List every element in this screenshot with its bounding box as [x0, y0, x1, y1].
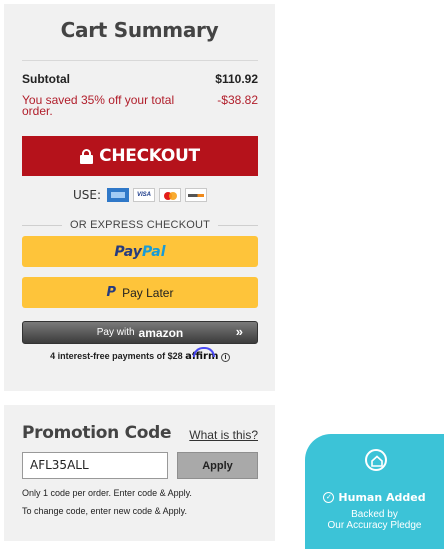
amazon-pay-button[interactable]: Pay with amazon » [22, 321, 258, 344]
lock-icon [80, 148, 94, 164]
use-label: USE: [72, 188, 102, 202]
paypal-logo-pal: Pal [141, 243, 166, 260]
paypal-p-icon: P [106, 285, 117, 300]
cart-summary-panel: Cart Summary Subtotal $110.92 You saved … [4, 4, 275, 391]
promotion-code-title: Promotion Code [22, 423, 172, 443]
affirm-financing-line: 4 interest-free payments of $28 affirm i [22, 351, 258, 362]
amazon-pay-prefix: Pay with [96, 327, 135, 338]
promo-note-1: Only 1 code per order. Enter code & Appl… [22, 488, 192, 498]
promo-code-input[interactable]: AFL35ALL [22, 452, 168, 479]
visa-card-icon: VISA [133, 188, 156, 202]
badge-line-2: Our Accuracy Pledge [327, 520, 422, 531]
savings-label: You saved 35% off your total order. [22, 93, 175, 118]
paypal-button[interactable]: Pay Pal [22, 236, 258, 267]
check-circle-icon: ✓ [323, 492, 335, 503]
cart-summary-title: Cart Summary [60, 18, 219, 42]
amex-card-icon [107, 188, 130, 202]
accepted-cards-row: USE: VISA [22, 188, 258, 202]
badge-title: Human Added [338, 491, 426, 504]
discover-card-icon [185, 188, 208, 202]
subtotal-label: Subtotal [22, 72, 70, 86]
badge-title-row: ✓ Human Added [305, 491, 444, 504]
double-chevron-right-icon: » [235, 324, 243, 339]
pay-later-label: Pay Later [122, 285, 174, 300]
affirm-text: 4 interest-free payments of $28 [50, 351, 183, 361]
badge-line-1: Backed by [351, 509, 398, 520]
savings-row: You saved 35% off your total order. -$38… [22, 93, 258, 118]
human-added-badge[interactable]: ✓ Human Added Backed by Our Accuracy Ple… [305, 434, 444, 549]
amazon-logo: amazon [138, 325, 184, 340]
info-icon[interactable]: i [220, 353, 230, 362]
checkout-label: CHECKOUT [99, 146, 200, 166]
checkout-button[interactable]: CHECKOUT [22, 136, 258, 176]
divider-line [22, 224, 62, 226]
home-icon [365, 449, 387, 471]
mastercard-icon [159, 188, 182, 202]
apply-button[interactable]: Apply [177, 452, 258, 479]
promo-note-2: To change code, enter new code & Apply. [22, 506, 187, 516]
subtotal-row: Subtotal $110.92 [22, 72, 258, 86]
express-checkout-divider: OR EXPRESS CHECKOUT [22, 219, 259, 231]
express-checkout-label: OR EXPRESS CHECKOUT [69, 219, 211, 231]
affirm-logo: affirm [185, 351, 219, 362]
paypal-pay-later-button[interactable]: P Pay Later [22, 277, 258, 308]
subtotal-value: $110.92 [215, 72, 258, 86]
paypal-logo-pay: Pay [114, 243, 142, 260]
savings-value: -$38.82 [217, 93, 258, 107]
divider [22, 60, 258, 61]
what-is-this-link[interactable]: What is this? [189, 428, 258, 442]
promotion-code-panel: Promotion Code What is this? AFL35ALL Ap… [4, 405, 275, 541]
divider-line [218, 224, 259, 226]
